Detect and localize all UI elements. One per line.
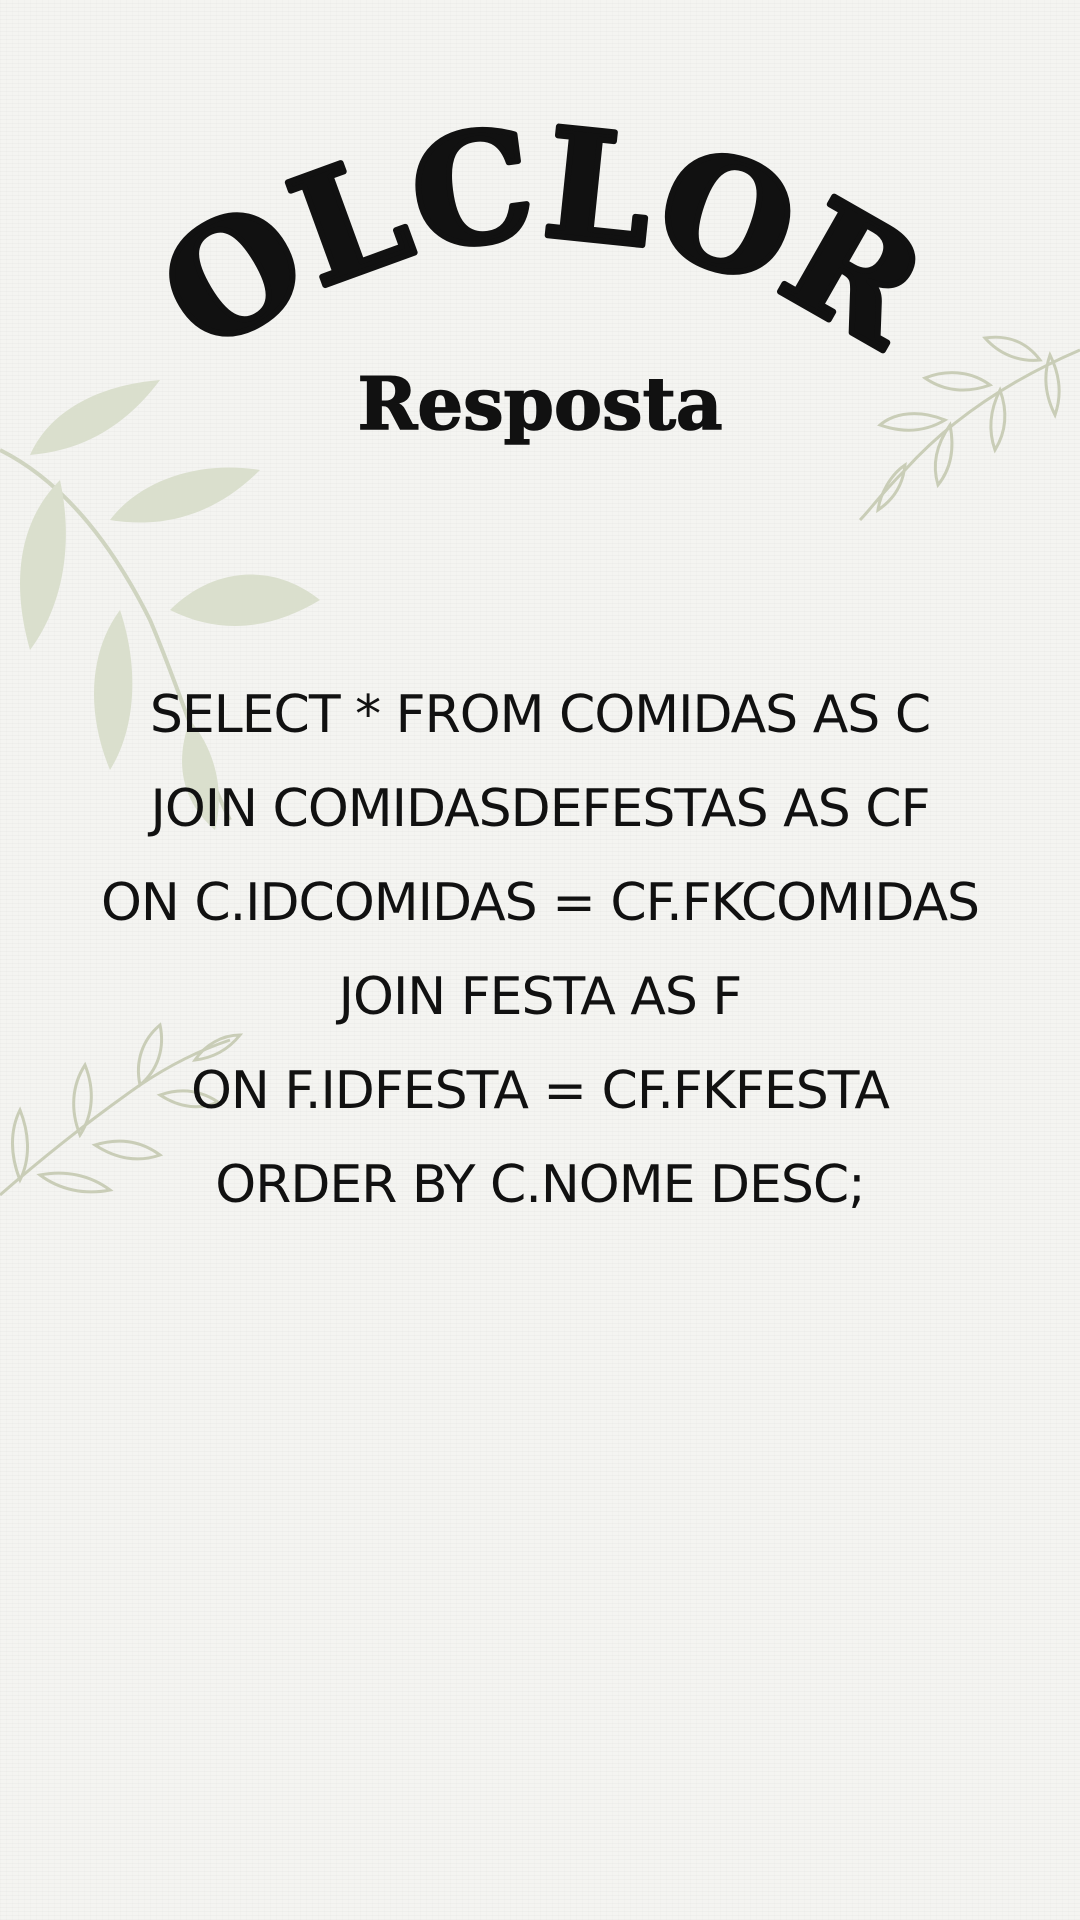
page-title: FOLCLORE (0, 120, 954, 380)
query-line: ORDER BY C.NOME DESC; (215, 1155, 865, 1215)
page-subtitle: Resposta (357, 361, 724, 446)
query-line: JOIN COMIDASDEFESTAS AS CF (150, 779, 930, 839)
query-line: ON C.IDCOMIDAS = CF.FKCOMIDAS (100, 873, 980, 933)
page-title-graphic: FOLCLORE (0, 120, 954, 380)
query-line: ON F.IDFESTA = CF.FKFESTA (191, 1061, 890, 1121)
query-line: JOIN FESTA AS F (338, 967, 743, 1027)
sql-query-block: SELECT * FROM COMIDAS AS C JOIN COMIDASD… (0, 668, 1080, 1232)
query-line: SELECT * FROM COMIDAS AS C (149, 685, 931, 745)
svg-text:FOLCLORE: FOLCLORE (0, 120, 953, 380)
